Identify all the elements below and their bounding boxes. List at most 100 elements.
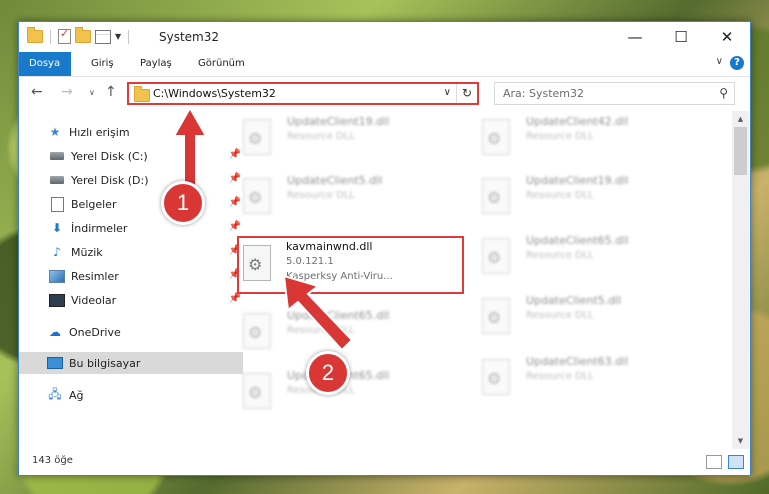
file-version: 5.0.121.1 xyxy=(286,256,334,267)
sidebar-item-network[interactable]: 🖧 Ağ xyxy=(19,384,243,406)
sidebar-item-label: Videolar xyxy=(71,293,117,307)
item-count: 143 öğe xyxy=(32,455,73,466)
file-description: Resource DLL xyxy=(287,131,355,142)
help-icon[interactable]: ? xyxy=(730,56,744,70)
dll-file-icon: ⚙ xyxy=(243,313,271,349)
address-row: ← → ∨ ↑ C:\Windows\System32 ∨ ↻ Ara: Sys… xyxy=(19,77,750,111)
divider xyxy=(128,29,130,44)
file-description: Resource DLL xyxy=(526,250,594,261)
file-tile[interactable]: ⚙ UpdateClient19.dll Resource DLL xyxy=(478,172,698,224)
dll-file-icon: ⚙ xyxy=(243,119,271,155)
sidebar-item-music[interactable]: ♪ Müzik 📌 xyxy=(19,241,245,263)
file-name: kavmainwnd.dll xyxy=(286,240,373,253)
dll-file-icon: ⚙ xyxy=(243,178,271,214)
customize-dropdown-icon[interactable]: ▼ xyxy=(115,32,121,41)
sidebar-item-this-pc[interactable]: Bu bilgisayar xyxy=(19,352,243,374)
music-icon: ♪ xyxy=(53,245,61,259)
sidebar-item-onedrive[interactable]: ☁ OneDrive xyxy=(19,321,243,343)
file-tile[interactable]: ⚙ UpdateClient5.dll Resource DLL xyxy=(478,292,698,344)
search-placeholder: Ara: System32 xyxy=(503,87,585,100)
window-title: System32 xyxy=(159,30,220,44)
sidebar-item-label: İndirmeler xyxy=(71,221,128,235)
file-name: UpdateClient65.dll xyxy=(526,234,629,247)
file-tile[interactable]: ⚙ UpdateClient63.dll Resource DLL xyxy=(478,353,698,405)
file-description: Resource DLL xyxy=(526,371,594,382)
scroll-down-icon[interactable]: ▼ xyxy=(732,433,749,449)
up-arrow-icon[interactable]: ↑ xyxy=(105,84,117,100)
dll-file-icon: ⚙ xyxy=(243,373,271,409)
sidebar-item-label: Bu bilgisayar xyxy=(69,356,141,370)
sidebar-item-label: Resimler xyxy=(71,269,119,283)
dll-file-icon: ⚙ xyxy=(482,298,510,334)
new-folder-icon[interactable] xyxy=(75,27,91,43)
annotation-badge-2: 2 xyxy=(306,351,350,395)
chevron-down-icon[interactable]: ∨ xyxy=(444,87,451,98)
details-view-icon[interactable] xyxy=(706,455,722,469)
file-name: UpdateClient42.dll xyxy=(526,115,629,128)
recent-locations-icon[interactable]: ∨ xyxy=(89,88,95,97)
view-switcher xyxy=(706,455,744,469)
refresh-icon[interactable]: ↻ xyxy=(456,84,477,103)
file-tile[interactable]: ⚙ UpdateClient42.dll Resource DLL xyxy=(478,113,698,165)
file-description: Resource DLL xyxy=(526,131,594,142)
back-arrow-icon[interactable]: ← xyxy=(31,84,43,100)
dll-file-icon: ⚙ xyxy=(482,359,510,395)
download-icon: ⬇ xyxy=(51,221,63,235)
sidebar-item-pictures[interactable]: Resimler 📌 xyxy=(19,265,245,287)
ribbon-tabs: Dosya Giriş Paylaş Görünüm ∨ ? xyxy=(19,52,750,77)
sidebar-item-videos[interactable]: Videolar 📌 xyxy=(19,289,245,311)
properties-check-icon[interactable] xyxy=(58,27,71,44)
sidebar-item-label: Müzik xyxy=(71,245,103,259)
network-icon: 🖧 xyxy=(48,386,62,401)
cloud-icon: ☁ xyxy=(49,325,61,339)
minimize-button[interactable]: — xyxy=(612,22,658,52)
dll-file-icon: ⚙ xyxy=(482,238,510,274)
sidebar-item-label: Yerel Disk (C:) xyxy=(71,149,148,163)
sidebar-item-downloads[interactable]: ⬇ İndirmeler 📌 xyxy=(19,217,245,239)
disk-icon xyxy=(49,173,65,187)
folder-icon xyxy=(27,27,43,43)
status-bar: 143 öğe xyxy=(19,449,750,475)
search-icon: ⚲ xyxy=(719,86,728,100)
tab-home[interactable]: Giriş xyxy=(81,52,124,76)
file-description: Resource DLL xyxy=(287,190,355,201)
search-input[interactable]: Ara: System32 ⚲ xyxy=(494,82,735,105)
file-name: UpdateClient19.dll xyxy=(526,174,629,187)
file-description: Resource DLL xyxy=(526,190,594,201)
tiles-view-icon[interactable] xyxy=(728,455,744,469)
scroll-up-icon[interactable]: ▲ xyxy=(732,111,749,127)
disk-icon xyxy=(49,149,65,163)
scroll-thumb[interactable] xyxy=(734,127,747,175)
sidebar-item-label: Yerel Disk (D:) xyxy=(71,173,149,187)
properties-icon[interactable] xyxy=(95,29,111,44)
file-tile[interactable]: ⚙ UpdateClient5.dll Resource DLL xyxy=(239,172,459,224)
dll-file-icon: ⚙ xyxy=(243,245,271,281)
forward-arrow-icon[interactable]: → xyxy=(61,84,73,100)
file-name: UpdateClient19.dll xyxy=(287,115,390,128)
pictures-icon xyxy=(49,269,65,283)
dll-file-icon: ⚙ xyxy=(482,119,510,155)
file-description: Resource DLL xyxy=(526,310,594,321)
file-name: UpdateClient5.dll xyxy=(287,174,383,187)
annotation-badge-1: 1 xyxy=(161,181,205,225)
computer-icon xyxy=(47,356,63,370)
maximize-button[interactable]: ☐ xyxy=(658,22,704,52)
address-path: C:\Windows\System32 xyxy=(153,87,276,100)
documents-icon xyxy=(49,196,65,212)
tab-file[interactable]: Dosya xyxy=(19,52,71,76)
file-tile[interactable]: ⚙ UpdateClient65.dll Resource DLL xyxy=(478,232,698,284)
dll-file-icon: ⚙ xyxy=(482,178,510,214)
divider xyxy=(50,29,51,44)
sidebar-item-label: Ağ xyxy=(69,388,84,402)
file-explorer-window: ▼ System32 — ☐ ✕ Dosya Giriş Paylaş Görü… xyxy=(18,21,751,476)
vertical-scrollbar[interactable]: ▲ ▼ xyxy=(732,111,749,449)
file-tile[interactable]: ⚙ UpdateClient19.dll Resource DLL xyxy=(239,113,459,165)
tab-view[interactable]: Görünüm xyxy=(188,52,255,76)
chevron-down-icon[interactable]: ∨ xyxy=(716,56,723,67)
tab-share[interactable]: Paylaş xyxy=(130,52,182,76)
close-button[interactable]: ✕ xyxy=(704,22,750,52)
file-name: UpdateClient5.dll xyxy=(526,294,622,307)
star-icon: ★ xyxy=(49,125,61,139)
quick-access-toolbar: ▼ xyxy=(27,27,132,44)
window-controls: — ☐ ✕ xyxy=(612,22,750,52)
